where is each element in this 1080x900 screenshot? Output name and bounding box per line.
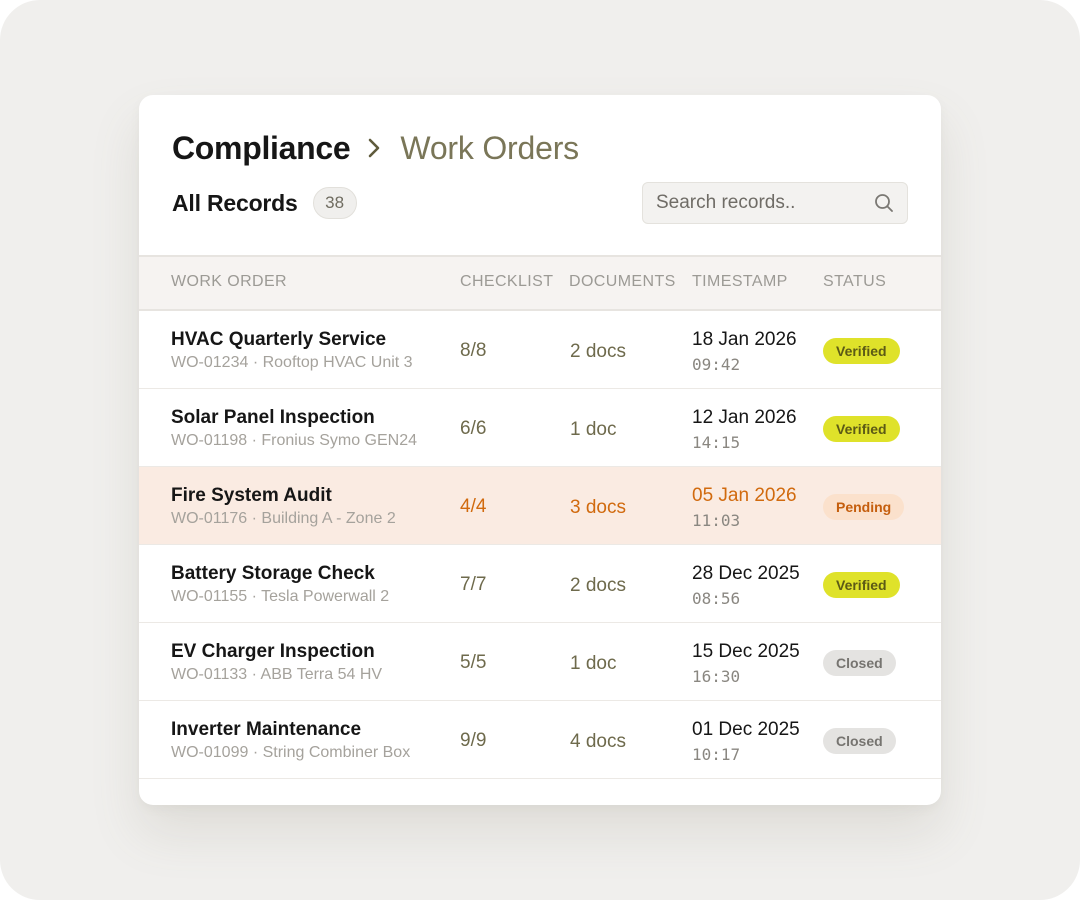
table-header: WORK ORDER CHECKLIST DOCUMENTS TIMESTAMP…: [139, 255, 941, 311]
work-order-title: HVAC Quarterly Service: [171, 329, 387, 350]
status-badge: Closed: [823, 728, 896, 754]
chevron-right-icon: [364, 135, 390, 161]
checklist-value: 5/5: [460, 652, 487, 673]
checklist-value: 4/4: [460, 496, 487, 517]
background-frame: Compliance Work Orders All Records 38 Se…: [0, 0, 1080, 900]
work-order-subtitle: WO-01133 · ABB Terra 54 HV: [171, 666, 383, 683]
documents-link[interactable]: 2 docs: [570, 341, 626, 363]
checklist-value: 9/9: [460, 730, 487, 751]
records-header: All Records 38: [172, 185, 357, 221]
work-order-title: EV Charger Inspection: [171, 641, 375, 662]
timestamp-date: 05 Jan 2026: [692, 485, 797, 506]
checklist-value: 6/6: [460, 418, 487, 439]
work-order-subtitle: WO-01099 · String Combiner Box: [171, 744, 411, 761]
documents-link[interactable]: 1 doc: [570, 419, 616, 441]
work-orders-table: WORK ORDER CHECKLIST DOCUMENTS TIMESTAMP…: [139, 255, 941, 779]
timestamp-time: 14:15: [692, 433, 741, 452]
timestamp-date: 12 Jan 2026: [692, 407, 797, 428]
status-badge: Verified: [823, 338, 900, 364]
work-order-subtitle: WO-01176 · Building A - Zone 2: [171, 510, 396, 527]
status-badge: Closed: [823, 650, 896, 676]
timestamp-time: 11:03: [692, 511, 741, 530]
work-orders-card: Compliance Work Orders All Records 38 Se…: [139, 95, 941, 805]
breadcrumb-root[interactable]: Compliance: [172, 130, 351, 167]
work-order-subtitle: WO-01234 · Rooftop HVAC Unit 3: [171, 354, 413, 371]
work-order-title: Battery Storage Check: [171, 563, 375, 584]
timestamp-time: 09:42: [692, 355, 741, 374]
status-badge: Pending: [823, 494, 905, 520]
table-row[interactable]: Solar Panel Inspection WO-01198 · Froniu…: [139, 389, 941, 467]
timestamp-date: 28 Dec 2025: [692, 563, 800, 584]
search-input[interactable]: Search records..: [642, 182, 908, 224]
status-badge: Verified: [823, 416, 900, 442]
table-row[interactable]: Fire System Audit WO-01176 · Building A …: [139, 467, 941, 545]
column-header-timestamp[interactable]: TIMESTAMP: [692, 273, 788, 291]
work-order-title: Solar Panel Inspection: [171, 407, 375, 428]
work-order-title: Fire System Audit: [171, 485, 332, 506]
checklist-value: 7/7: [460, 574, 487, 595]
timestamp-date: 18 Jan 2026: [692, 329, 797, 350]
breadcrumb-current: Work Orders: [400, 129, 579, 166]
column-header-work-order[interactable]: WORK ORDER: [171, 273, 287, 291]
documents-link[interactable]: 1 doc: [570, 653, 616, 675]
documents-link[interactable]: 3 docs: [570, 497, 626, 519]
table-row[interactable]: Battery Storage Check WO-01155 · Tesla P…: [139, 545, 941, 623]
checklist-value: 8/8: [460, 340, 487, 361]
table-row[interactable]: HVAC Quarterly Service WO-01234 · Roofto…: [139, 311, 941, 389]
records-title: All Records: [172, 189, 298, 216]
records-count-badge: 38: [312, 187, 357, 219]
status-badge: Verified: [823, 572, 900, 598]
work-order-subtitle: WO-01155 · Tesla Powerwall 2: [171, 588, 390, 605]
timestamp-time: 08:56: [692, 589, 741, 608]
table-row[interactable]: Inverter Maintenance WO-01099 · String C…: [139, 701, 941, 779]
timestamp-date: 15 Dec 2025: [692, 641, 800, 662]
column-header-status[interactable]: STATUS: [823, 273, 886, 291]
column-header-checklist[interactable]: CHECKLIST: [460, 273, 553, 291]
search-icon[interactable]: [873, 192, 895, 214]
work-order-subtitle: WO-01198 · Fronius Symo GEN24: [171, 432, 418, 449]
breadcrumb: Compliance Work Orders: [172, 128, 579, 168]
table-row[interactable]: EV Charger Inspection WO-01133 · ABB Ter…: [139, 623, 941, 701]
column-header-documents[interactable]: DOCUMENTS: [569, 273, 676, 291]
documents-link[interactable]: 2 docs: [570, 575, 626, 597]
timestamp-time: 16:30: [692, 667, 741, 686]
timestamp-time: 10:17: [692, 745, 741, 764]
search-placeholder[interactable]: Search records..: [656, 192, 873, 214]
timestamp-date: 01 Dec 2025: [692, 719, 800, 740]
work-order-title: Inverter Maintenance: [171, 719, 362, 740]
documents-link[interactable]: 4 docs: [570, 731, 626, 753]
